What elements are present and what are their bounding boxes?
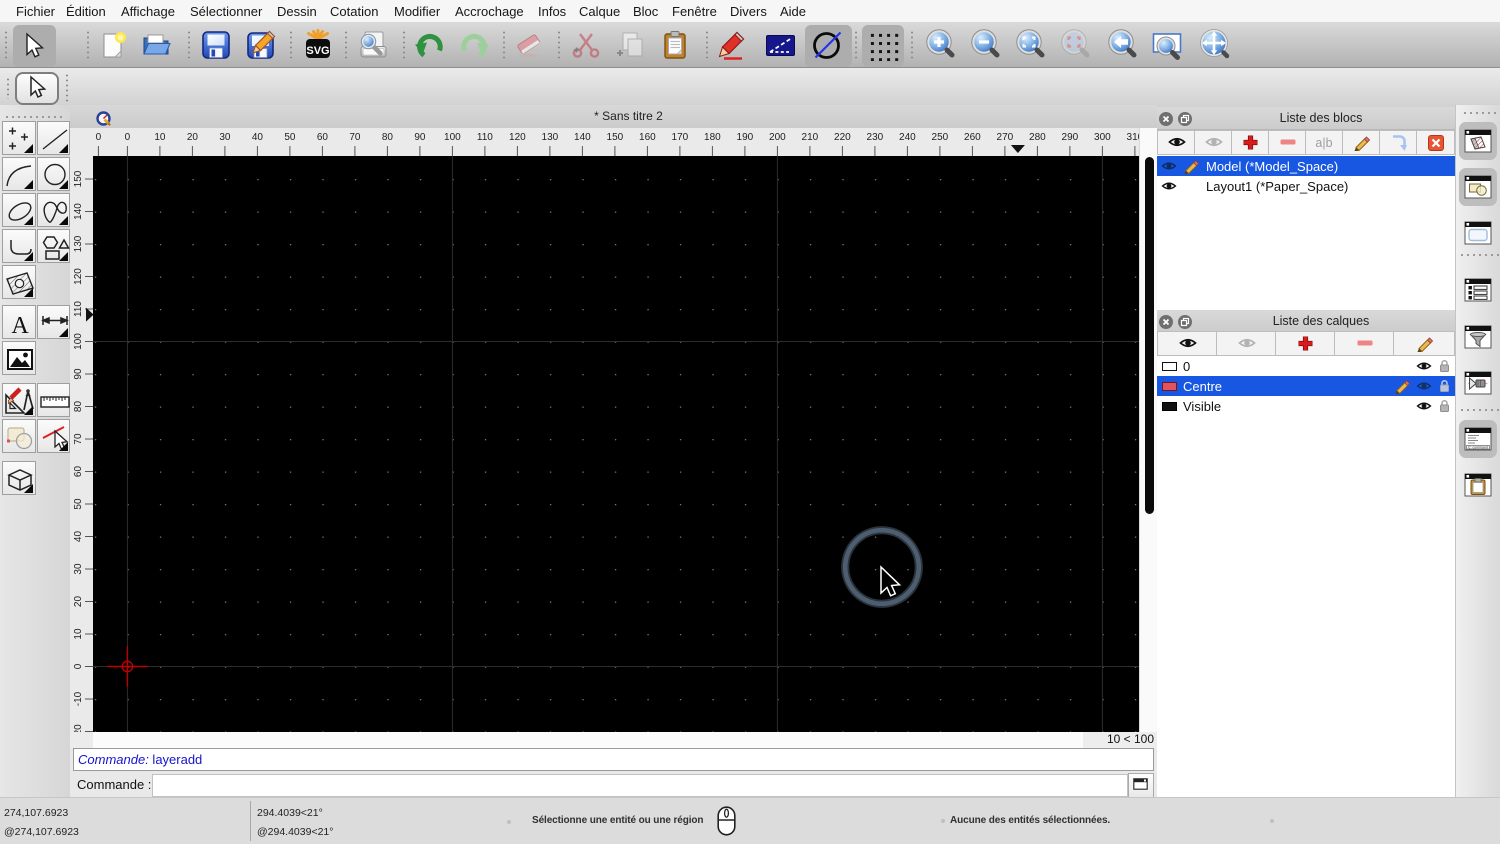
svg-text:310: 310 xyxy=(1127,132,1139,143)
svg-text:170: 170 xyxy=(672,132,689,143)
svg-text:230: 230 xyxy=(867,132,884,143)
svg-text:20: 20 xyxy=(187,132,199,143)
svg-text:30: 30 xyxy=(219,132,231,143)
svg-text:130: 130 xyxy=(542,132,559,143)
svg-text:70: 70 xyxy=(73,433,84,445)
svg-text:90: 90 xyxy=(73,368,84,380)
svg-text:100: 100 xyxy=(444,132,461,143)
svg-text:10: 10 xyxy=(154,132,166,143)
svg-text:140: 140 xyxy=(73,203,84,220)
svg-text:80: 80 xyxy=(73,401,84,413)
svg-text:190: 190 xyxy=(737,132,754,143)
svg-text:200: 200 xyxy=(769,132,786,143)
svg-text:150: 150 xyxy=(607,132,624,143)
svg-text:270: 270 xyxy=(997,132,1014,143)
svg-text:-10: -10 xyxy=(73,691,84,706)
svg-text:40: 40 xyxy=(73,531,84,543)
svg-text:280: 280 xyxy=(1029,132,1046,143)
svg-text:80: 80 xyxy=(382,132,394,143)
svg-text:A: A xyxy=(11,313,29,339)
svg-text:90: 90 xyxy=(414,132,426,143)
svg-text:120: 120 xyxy=(509,132,526,143)
svg-text:180: 180 xyxy=(704,132,721,143)
svg-text:130: 130 xyxy=(73,235,84,252)
svg-text:0: 0 xyxy=(96,132,102,143)
svg-text:210: 210 xyxy=(802,132,819,143)
svg-text:30: 30 xyxy=(73,563,84,575)
svg-text:SVG: SVG xyxy=(306,45,329,57)
svg-text:260: 260 xyxy=(964,132,981,143)
svg-text:C: command: C: command xyxy=(1468,445,1488,449)
svg-text:-20: -20 xyxy=(73,724,84,732)
svg-text:160: 160 xyxy=(639,132,656,143)
svg-text:250: 250 xyxy=(932,132,949,143)
svg-text:120: 120 xyxy=(73,268,84,285)
svg-text:50: 50 xyxy=(73,498,84,510)
svg-text:220: 220 xyxy=(834,132,851,143)
svg-text:150: 150 xyxy=(73,170,84,187)
svg-text:300: 300 xyxy=(1094,132,1111,143)
svg-text:0: 0 xyxy=(73,663,84,669)
svg-text:50: 50 xyxy=(284,132,296,143)
svg-text:40: 40 xyxy=(252,132,264,143)
svg-text:70: 70 xyxy=(349,132,361,143)
svg-text:10: 10 xyxy=(73,628,84,640)
svg-text:100: 100 xyxy=(73,333,84,350)
svg-text:110: 110 xyxy=(73,301,84,317)
svg-text:0: 0 xyxy=(125,132,131,143)
svg-text:140: 140 xyxy=(574,132,591,143)
svg-text:20: 20 xyxy=(73,596,84,608)
svg-text:60: 60 xyxy=(317,132,329,143)
svg-text:240: 240 xyxy=(899,132,916,143)
svg-text:60: 60 xyxy=(73,466,84,478)
svg-text:290: 290 xyxy=(1062,132,1079,143)
svg-text:110: 110 xyxy=(477,132,493,143)
